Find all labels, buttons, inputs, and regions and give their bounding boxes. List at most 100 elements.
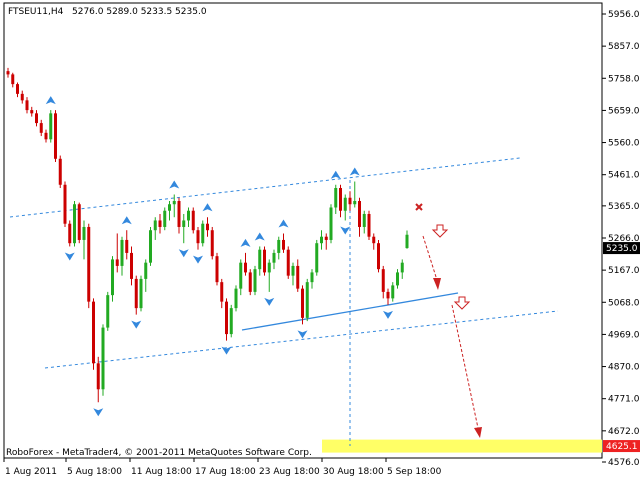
candle-body [305,282,309,318]
candle-body [215,256,219,283]
candle-body [315,243,319,273]
candle-body [263,249,266,273]
candle-body [372,236,376,244]
x-tick-label: 11 Aug 18:00 [131,467,192,477]
x-tick-label: 17 Aug 18:00 [195,467,256,477]
candle-body [30,110,34,114]
y-tick-label: 4672.0 [608,427,640,437]
x-tick-label: 5 Sep 18:00 [387,467,442,477]
y-tick-label: 4870.0 [608,363,640,373]
candle-body [286,249,290,276]
candle-body [386,291,390,299]
candle-body [20,93,24,101]
candle-body [377,243,380,270]
y-tick-label: 4576.0 [608,458,640,468]
candle-body [391,285,395,299]
target-zone [322,439,602,453]
y-tick-label: 5857.0 [608,42,640,52]
candle-body [339,188,342,211]
y-tick-label: 4969.0 [608,330,640,340]
candle-body [39,123,43,133]
y-tick-label: 5365.0 [608,202,640,212]
candle-body [210,230,214,257]
candle-body [334,188,338,208]
target-price-label: 4625.1 [606,442,638,452]
y-tick-label: 4771.0 [608,395,640,405]
candle-body [101,327,105,390]
candle-body [358,200,361,227]
candle-body [63,184,67,224]
candle-body [158,220,162,227]
candle-body [11,74,15,85]
candle-body [400,262,404,273]
candle-body [35,113,38,124]
candle-body [168,204,171,211]
x-tick-label: 5 Aug 18:00 [67,467,122,477]
candle-body [73,204,76,244]
candle-body [87,226,91,302]
y-tick-label: 5758.0 [608,74,640,84]
candle-body [6,71,10,75]
candle-body [310,272,314,283]
candle-body [234,288,238,309]
y-tick-label: 5068.0 [608,298,640,308]
y-tick-label: 5167.0 [608,266,640,276]
candle-body [296,265,300,289]
candle-body [120,239,124,266]
y-tick-label: 5461.0 [608,171,640,181]
candle-body [153,220,157,231]
candle-body [244,262,247,273]
candle-body [277,239,281,253]
candle-body [301,288,304,318]
candle-body [130,252,133,279]
candle-body [58,158,62,185]
candle-body [272,252,276,263]
candle-body [267,262,271,273]
candle-body [348,197,352,205]
candle-body [177,200,181,227]
candle-body [362,213,366,227]
candle-body [225,301,228,335]
candle-body [44,132,48,140]
candle-body [92,301,95,364]
candle-body [381,269,385,292]
candle-body [139,278,143,309]
candle-body [82,226,86,240]
candle-body [253,269,257,292]
candle-body [353,200,357,205]
y-axis: 5956.0 5857.0 5758.0 5659.0 5560.0 5461.0 5365… [602,10,640,468]
candle-body [396,272,399,286]
candle-body [229,308,233,335]
candle-body [367,213,371,237]
candle-body [182,220,186,227]
candle-body [187,210,190,221]
x-tick-label: 30 Aug 18:00 [323,467,384,477]
symbol-label: FTSEU11,H4 [8,7,64,17]
ohlc-label: 5276.0 5289.0 5233.5 5235.0 [72,7,207,17]
candle-body [163,210,167,227]
y-tick-label: 5659.0 [608,106,640,116]
candle-body [111,259,114,296]
candle-body [239,262,243,289]
candle-body [329,207,333,240]
y-tick-label: 5560.0 [608,139,640,149]
candle-body [96,363,100,390]
candle-body [320,236,323,244]
y-tick-label: 5956.0 [608,10,640,20]
candle-body [25,100,29,111]
candle-body [49,113,53,140]
candle-body [172,200,176,205]
price-chart[interactable]: 5956.0 5857.0 5758.0 5659.0 5560.0 5461.0 5365… [0,0,640,480]
copyright-label: RoboForex - MetaTrader4, © 2001-2011 Met… [6,448,312,458]
candle-body [77,204,81,240]
candle-body [196,230,200,244]
candle-body [134,278,138,309]
candle-body [343,197,347,211]
candle-body [115,259,119,266]
candle-body [125,239,129,253]
candle-body [220,282,224,302]
current-price-label: 5235.0 [606,244,638,254]
candle-body [291,265,295,276]
candle-body [191,210,195,231]
candle-body [201,223,205,244]
